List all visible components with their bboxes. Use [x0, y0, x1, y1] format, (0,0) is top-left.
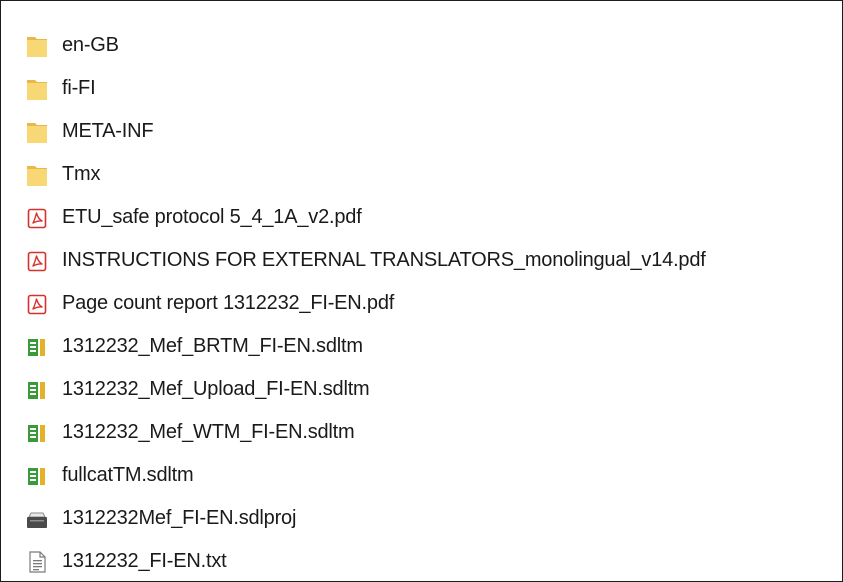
sdltm-icon: [26, 421, 48, 445]
pdf-icon: [26, 249, 48, 273]
file-name: Page count report 1312232_FI-EN.pdf: [62, 292, 395, 314]
file-name: 1312232_Mef_WTM_FI-EN.sdltm: [62, 421, 355, 443]
file-name: 1312232_Mef_BRTM_FI-EN.sdltm: [62, 335, 363, 357]
file-row-page-count-report[interactable]: Page count report 1312232_FI-EN.pdf: [26, 282, 706, 325]
folder-icon: [26, 120, 48, 144]
file-row-txt[interactable]: 1312232_FI-EN.txt: [26, 540, 706, 581]
file-row-tmx[interactable]: Tmx: [26, 153, 706, 196]
file-row-fi-fi[interactable]: fi-FI: [26, 67, 706, 110]
file-name: 1312232_FI-EN.txt: [62, 550, 227, 572]
file-row-fullcattm[interactable]: fullcatTM.sdltm: [26, 454, 706, 497]
file-row-en-gb[interactable]: en-GB: [26, 24, 706, 67]
file-name: Tmx: [62, 163, 101, 185]
file-name: INSTRUCTIONS FOR EXTERNAL TRANSLATORS_mo…: [62, 249, 706, 271]
text-file-icon: [26, 550, 48, 574]
file-row-sdlproj[interactable]: 1312232Mef_FI-EN.sdlproj: [26, 497, 706, 540]
pdf-icon: [26, 292, 48, 316]
file-name: fi-FI: [62, 77, 96, 99]
file-list: en-GB fi-FI META-INF Tmx ETU_safe protoc…: [26, 24, 706, 581]
sdltm-icon: [26, 378, 48, 402]
file-row-etu-safe-protocol[interactable]: ETU_safe protocol 5_4_1A_v2.pdf: [26, 196, 706, 239]
file-row-meta-inf[interactable]: META-INF: [26, 110, 706, 153]
file-name: en-GB: [62, 34, 119, 56]
sdltm-icon: [26, 335, 48, 359]
file-name: fullcatTM.sdltm: [62, 464, 194, 486]
file-name: META-INF: [62, 120, 154, 142]
file-row-instructions[interactable]: INSTRUCTIONS FOR EXTERNAL TRANSLATORS_mo…: [26, 239, 706, 282]
file-row-wtm-sdltm[interactable]: 1312232_Mef_WTM_FI-EN.sdltm: [26, 411, 706, 454]
file-row-upload-sdltm[interactable]: 1312232_Mef_Upload_FI-EN.sdltm: [26, 368, 706, 411]
folder-icon: [26, 77, 48, 101]
folder-icon: [26, 163, 48, 187]
file-explorer-pane: en-GB fi-FI META-INF Tmx ETU_safe protoc…: [0, 0, 843, 582]
sdlproj-icon: [26, 507, 48, 531]
file-name: 1312232Mef_FI-EN.sdlproj: [62, 507, 297, 529]
pdf-icon: [26, 206, 48, 230]
sdltm-icon: [26, 464, 48, 488]
file-name: 1312232_Mef_Upload_FI-EN.sdltm: [62, 378, 370, 400]
file-row-brtm-sdltm[interactable]: 1312232_Mef_BRTM_FI-EN.sdltm: [26, 325, 706, 368]
folder-icon: [26, 34, 48, 58]
file-name: ETU_safe protocol 5_4_1A_v2.pdf: [62, 206, 362, 228]
